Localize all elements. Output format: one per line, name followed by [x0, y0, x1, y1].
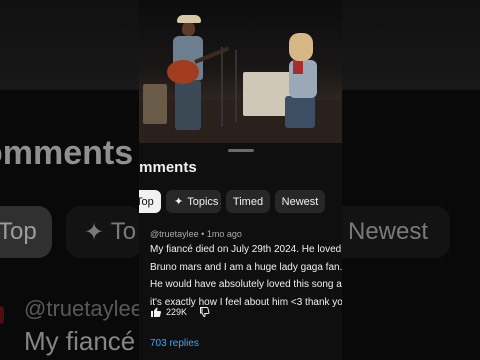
- performer-head: [182, 22, 195, 36]
- filter-chip-timed[interactable]: Timed: [226, 190, 270, 213]
- replies-link[interactable]: 703 replies: [150, 338, 199, 349]
- cowboy-hat: [177, 15, 201, 23]
- comment-author[interactable]: @truetaylee • 1mo ago: [150, 229, 342, 239]
- performer-legs: [175, 80, 201, 130]
- thumbs-down-icon[interactable]: [199, 306, 211, 318]
- singer-head: [289, 33, 313, 61]
- filter-chip-newest[interactable]: Newest: [275, 190, 325, 213]
- comment-line: He would have absolutely loved this song…: [150, 279, 342, 290]
- like-count: 229K: [166, 307, 188, 317]
- filter-chip-top[interactable]: Top: [139, 190, 161, 213]
- guitar: [167, 60, 199, 84]
- comment-text: My fiancé died on July 29th 2024. He lov…: [150, 241, 342, 311]
- sparkle-icon: ✦: [174, 195, 184, 208]
- comments-title: omments: [139, 159, 197, 176]
- comment-actions: 229K: [150, 306, 211, 318]
- mic-stand-2: [235, 50, 237, 122]
- thumbs-up-icon[interactable]: [150, 306, 162, 318]
- comment-line: Bruno mars and I am a huge lady gaga fan…: [150, 261, 342, 273]
- shorts-panel: omments Top ✦ Topics Timed Newest @truet…: [139, 0, 342, 360]
- amplifier: [143, 84, 167, 124]
- video-player[interactable]: [139, 0, 342, 143]
- comment-item: @truetaylee • 1mo ago My fiancé died on …: [150, 229, 342, 311]
- filter-chip-topics-label: Topics: [187, 195, 219, 208]
- filter-chip-topics[interactable]: ✦ Topics: [166, 190, 221, 213]
- drag-handle[interactable]: [228, 149, 254, 152]
- comment-line: My fiancé died on July 29th 2024. He lov…: [150, 244, 342, 255]
- singer-scarf: [293, 60, 303, 74]
- singer-legs: [285, 96, 315, 128]
- mic-stand: [221, 47, 223, 127]
